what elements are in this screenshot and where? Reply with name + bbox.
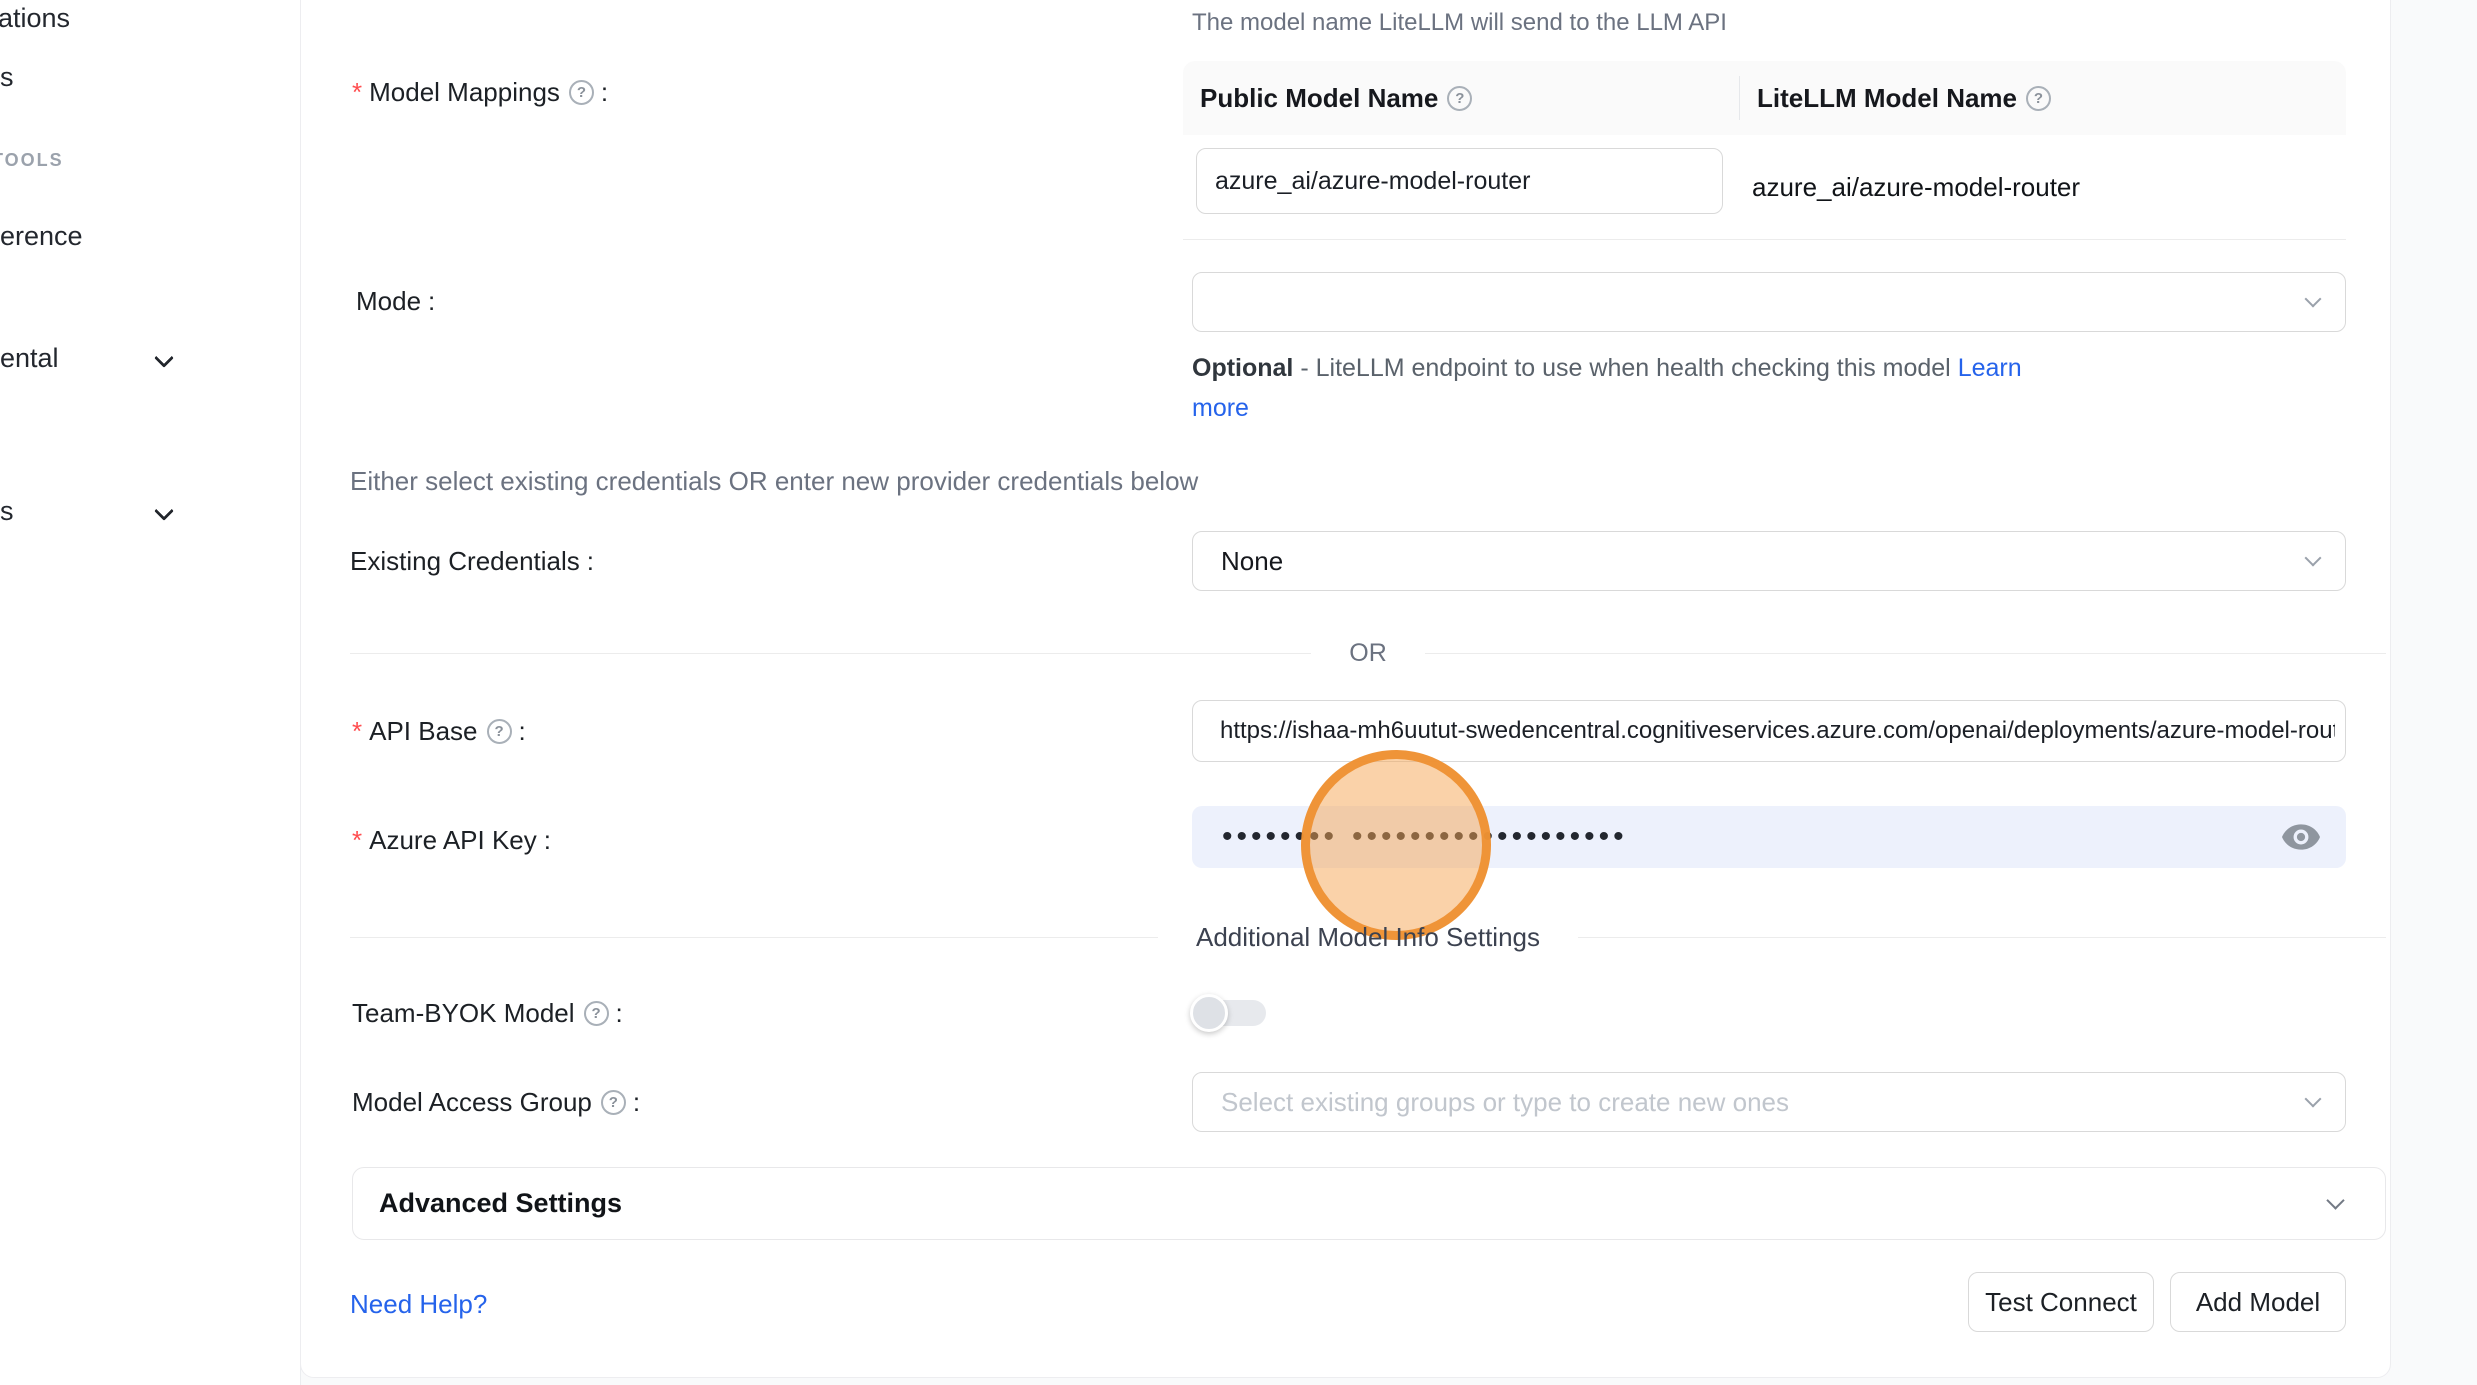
existing-credentials-select[interactable]: None — [1192, 531, 2346, 591]
label-colon: : — [633, 1087, 640, 1118]
column-header-public-model-name: Public Model Name ? — [1183, 76, 1740, 120]
divider-line — [350, 653, 1311, 654]
label-colon: : — [428, 286, 435, 317]
add-model-screen: ations s TOOLS erence ental s The model … — [0, 0, 2477, 1385]
or-divider-text: OR — [1311, 639, 1425, 668]
help-question-icon[interactable]: ? — [584, 1001, 609, 1026]
model-mappings-label-text: Model Mappings — [369, 77, 560, 108]
public-model-name-input[interactable] — [1196, 148, 1723, 214]
chevron-down-icon[interactable] — [155, 350, 172, 367]
additional-settings-divider-text: Additional Model Info Settings — [1158, 922, 1578, 953]
model-access-group-placeholder: Select existing groups or type to create… — [1221, 1087, 1789, 1118]
existing-credentials-label-text: Existing Credentials — [350, 546, 580, 577]
label-colon: : — [519, 716, 526, 747]
toggle-password-visibility-icon[interactable] — [2282, 823, 2320, 851]
model-mappings-label: * Model Mappings ? : — [352, 75, 608, 109]
table-row: azure_ai/azure-model-router — [1183, 135, 2346, 240]
api-base-label: * API Base ? : — [352, 714, 526, 748]
azure-api-key-label-text: Azure API Key — [369, 825, 537, 856]
mode-hint: Optional - LiteLLM endpoint to use when … — [1192, 348, 2052, 428]
advanced-settings-toggle[interactable]: Advanced Settings — [352, 1167, 2386, 1240]
label-colon: : — [587, 546, 594, 577]
chevron-down-icon[interactable] — [155, 503, 172, 520]
need-help-link[interactable]: Need Help? — [350, 1289, 487, 1320]
api-base-input[interactable] — [1192, 700, 2346, 762]
sidebar-item-s[interactable]: s — [0, 62, 14, 93]
chevron-down-icon — [2305, 1091, 2321, 1107]
litellm-model-name-value: azure_ai/azure-model-router — [1752, 135, 2080, 239]
mode-select[interactable] — [1192, 272, 2346, 332]
masked-key-dots: ••••••••••••••••••• — [1352, 822, 1628, 852]
mode-hint-bold: Optional — [1192, 354, 1293, 382]
sidebar-item-ations[interactable]: ations — [0, 3, 70, 34]
divider-line — [350, 937, 1158, 938]
model-access-group-select[interactable]: Select existing groups or type to create… — [1192, 1072, 2346, 1132]
additional-settings-divider: Additional Model Info Settings — [350, 925, 2386, 949]
advanced-settings-label: Advanced Settings — [379, 1188, 622, 1219]
divider-line — [1578, 937, 2386, 938]
test-connect-button[interactable]: Test Connect — [1968, 1272, 2154, 1332]
label-colon: : — [544, 825, 551, 856]
sidebar-section-tools: TOOLS — [0, 150, 64, 171]
help-question-icon[interactable]: ? — [601, 1090, 626, 1115]
sidebar: ations s TOOLS erence ental s — [0, 0, 301, 1385]
help-question-icon[interactable]: ? — [487, 719, 512, 744]
mode-label: Mode : — [356, 284, 435, 318]
divider-line — [1425, 653, 2386, 654]
sidebar-item-ental[interactable]: ental — [0, 343, 59, 374]
api-base-label-text: API Base — [369, 716, 477, 747]
model-name-hint: The model name LiteLLM will send to the … — [1192, 9, 1727, 37]
existing-credentials-value: None — [1221, 546, 1283, 577]
existing-credentials-label: Existing Credentials : — [350, 544, 594, 578]
mode-label-text: Mode — [356, 286, 421, 317]
team-byok-toggle-knob[interactable] — [1190, 994, 1228, 1032]
help-question-icon[interactable]: ? — [1447, 86, 1472, 111]
help-question-icon[interactable]: ? — [2026, 86, 2051, 111]
add-model-button[interactable]: Add Model — [2170, 1272, 2346, 1332]
model-access-group-label-text: Model Access Group — [352, 1087, 592, 1118]
mode-hint-text: - LiteLLM endpoint to use when health ch… — [1293, 354, 1957, 382]
column-header-litellm-model-name: LiteLLM Model Name ? — [1740, 76, 2346, 120]
required-marker: * — [352, 716, 362, 747]
team-byok-label: Team-BYOK Model ? : — [352, 996, 623, 1030]
label-colon: : — [616, 998, 623, 1029]
required-marker: * — [352, 825, 362, 856]
azure-api-key-input[interactable]: •••••••• ••••••••••••••••••• — [1192, 806, 2346, 868]
sidebar-item-erence[interactable]: erence — [0, 221, 83, 252]
credentials-note: Either select existing credentials OR en… — [350, 466, 1198, 497]
chevron-down-icon — [2327, 1192, 2345, 1210]
column-header-text: LiteLLM Model Name — [1757, 83, 2017, 114]
masked-key-dots: •••••••• — [1222, 822, 1338, 852]
model-mappings-table: Public Model Name ? LiteLLM Model Name ?… — [1183, 61, 2346, 240]
help-question-icon[interactable]: ? — [569, 80, 594, 105]
required-marker: * — [352, 77, 362, 108]
table-header: Public Model Name ? LiteLLM Model Name ? — [1183, 61, 2346, 135]
column-header-text: Public Model Name — [1200, 83, 1438, 114]
sidebar-item-s2[interactable]: s — [0, 496, 14, 527]
azure-api-key-label: * Azure API Key : — [352, 823, 551, 857]
chevron-down-icon — [2305, 550, 2321, 566]
model-access-group-label: Model Access Group ? : — [352, 1085, 640, 1119]
chevron-down-icon — [2305, 291, 2321, 307]
team-byok-label-text: Team-BYOK Model — [352, 998, 575, 1029]
label-colon: : — [601, 77, 608, 108]
or-divider: OR — [350, 641, 2386, 665]
